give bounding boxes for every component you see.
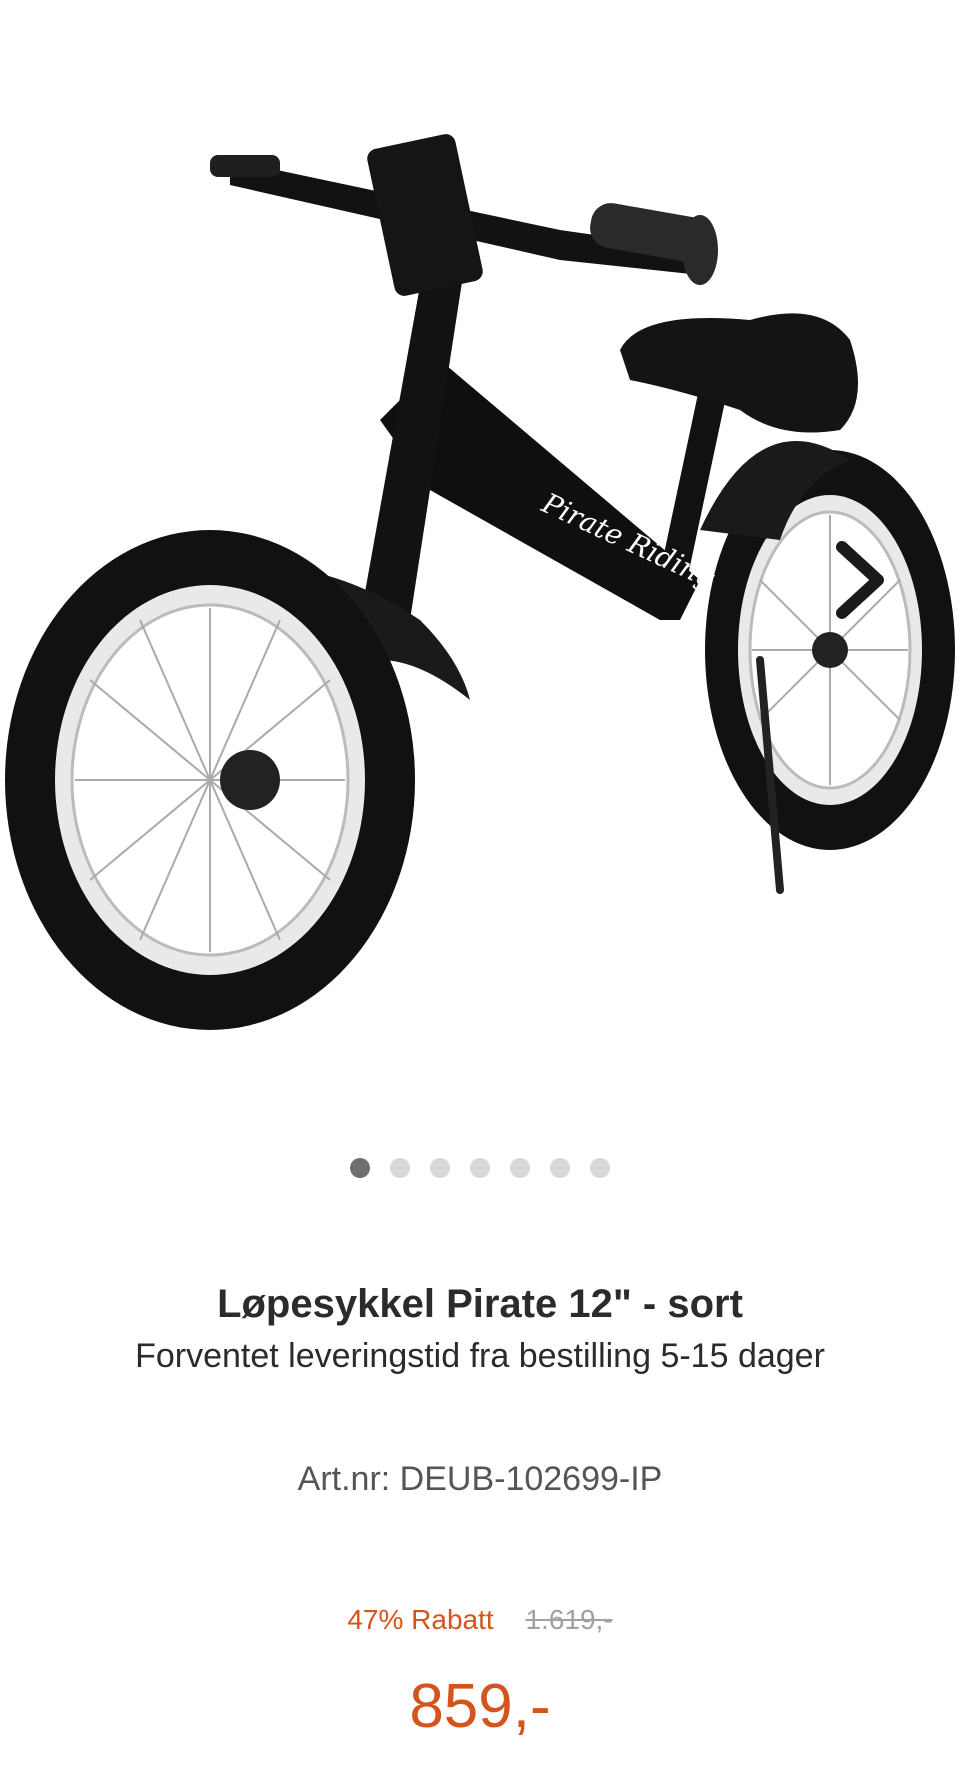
- product-gallery[interactable]: Pirate Riding: [0, 0, 960, 1120]
- pagination-dot-7[interactable]: [590, 1158, 610, 1178]
- pagination-dot-3[interactable]: [430, 1158, 450, 1178]
- pagination-dot-5[interactable]: [510, 1158, 530, 1178]
- product-info: Løpesykkel Pirate 12" - sort Forventet l…: [0, 1280, 960, 1378]
- delivery-time: Forventet leveringstid fra bestilling 5-…: [135, 1337, 825, 1375]
- seat: [620, 313, 858, 433]
- current-price: 859,-: [409, 1672, 551, 1741]
- old-price: 1.619,-: [525, 1604, 613, 1635]
- handlebar-bag: [367, 134, 483, 296]
- brake-lever: [210, 155, 280, 177]
- article-number: Art.nr: DEUB-102699-IP: [297, 1460, 663, 1498]
- chevron-right-icon: [836, 541, 884, 619]
- front-wheel: [5, 530, 415, 1030]
- next-image-button[interactable]: [820, 535, 900, 625]
- pagination-dot-6[interactable]: [550, 1158, 570, 1178]
- discount-row: 47% Rabatt 1.619,-: [0, 1604, 960, 1636]
- pagination-dot-1[interactable]: [350, 1158, 370, 1178]
- product-image[interactable]: Pirate Riding: [0, 60, 960, 1060]
- gallery-pagination: [0, 1158, 960, 1182]
- grip-end: [682, 215, 718, 285]
- pagination-dot-4[interactable]: [470, 1158, 490, 1178]
- product-title: Løpesykkel Pirate 12" - sort: [217, 1282, 743, 1326]
- discount-badge: 47% Rabatt: [347, 1604, 494, 1635]
- pagination-dot-2[interactable]: [390, 1158, 410, 1178]
